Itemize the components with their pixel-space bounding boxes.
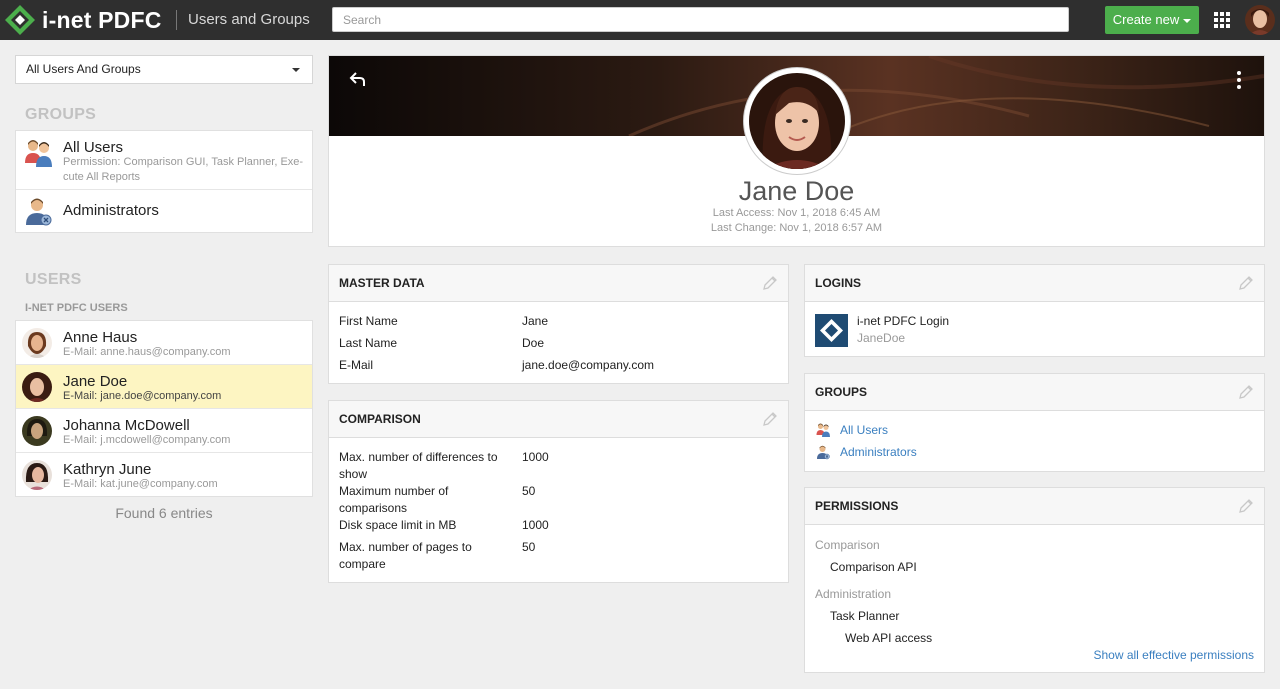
card-header: COMPARISON <box>329 401 788 438</box>
groups-section-title: GROUPS <box>25 106 97 123</box>
i-net-pdfc-logo[interactable] <box>5 5 35 35</box>
last-name-value: Doe <box>522 336 545 350</box>
first-name-label: First Name <box>339 314 398 328</box>
card-title: PERMISSIONS <box>815 499 899 513</box>
max-comparisons-label: Maximum number of comparisons <box>339 484 449 515</box>
card-title: GROUPS <box>815 385 868 399</box>
group-description: Permission: Comparison GUI, Task Planner… <box>63 156 304 183</box>
module-title: Users and Groups <box>188 11 310 28</box>
max-differences-value: 1000 <box>522 450 549 464</box>
group-name: Administrators <box>63 202 159 219</box>
show-all-permissions-link[interactable]: Show all effective permissions <box>1093 648 1254 662</box>
login-name: i-net PDFC Login <box>857 314 950 328</box>
user-item-jane-doe[interactable]: Jane Doe E-Mail: jane.doe@company.com <box>16 365 312 409</box>
master-data-card: MASTER DATA First Name Jane Last Name Do… <box>328 264 789 384</box>
group-item-administrators[interactable]: Administrators <box>16 190 312 232</box>
edit-pencil-icon[interactable] <box>762 411 778 427</box>
avatar <box>22 416 52 446</box>
last-access: Last Access: Nov 1, 2018 6:45 AM <box>712 207 881 219</box>
group-item-all-users[interactable]: All Users Permission: Comparison GUI, Ta… <box>16 131 312 190</box>
max-pages-value: 50 <box>522 540 536 554</box>
search-input[interactable] <box>332 7 1069 32</box>
user-name: Anne Haus <box>63 329 138 346</box>
chevron-down-icon <box>292 68 300 72</box>
user-email: E-Mail: anne.haus@company.com <box>63 346 231 358</box>
back-icon[interactable] <box>349 70 367 88</box>
group-name: All Users <box>63 139 124 156</box>
permission-category-comparison: Comparison <box>815 538 880 552</box>
current-user-avatar[interactable] <box>1245 5 1275 35</box>
top-bar: i-net PDFC Users and Groups Create new <box>0 0 1280 40</box>
last-change: Last Change: Nov 1, 2018 6:57 AM <box>710 222 883 234</box>
edit-pencil-icon[interactable] <box>1238 384 1254 400</box>
disk-space-value: 1000 <box>522 518 549 532</box>
last-name-label: Last Name <box>339 336 398 350</box>
found-entries-count: Found 6 entries <box>115 505 213 521</box>
logins-card: LOGINS i-net PDFC Login JaneDoe <box>804 264 1265 357</box>
create-new-label: Create new <box>1112 12 1180 27</box>
card-header: LOGINS <box>805 265 1264 302</box>
profile-avatar <box>743 67 851 175</box>
disk-space-label: Disk space limit in MB <box>339 518 457 532</box>
brand-divider <box>176 10 177 30</box>
edit-pencil-icon[interactable] <box>1238 275 1254 291</box>
card-title: MASTER DATA <box>339 276 425 290</box>
groups-list: All Users Permission: Comparison GUI, Ta… <box>15 130 313 233</box>
email-value: jane.doe@company.com <box>522 358 655 372</box>
group-link-all-users[interactable]: All Users <box>840 423 888 437</box>
chevron-down-icon <box>1183 18 1192 23</box>
email-label: E-Mail <box>339 358 374 372</box>
create-new-button[interactable]: Create new <box>1105 6 1199 34</box>
users-section-title: USERS <box>25 271 82 288</box>
card-title: LOGINS <box>815 276 862 290</box>
groups-card: GROUPS All Users Administrators <box>804 373 1265 472</box>
user-name: Kathryn June <box>63 461 152 478</box>
first-name-value: Jane <box>522 314 549 328</box>
permission-category-administration: Administration <box>815 587 892 601</box>
permission-comparison-api: Comparison API <box>830 560 917 574</box>
profile-name: Jane Doe <box>738 176 855 206</box>
comparison-card: COMPARISON Max. number of differences to… <box>328 400 789 583</box>
user-item-anne-haus[interactable]: Anne Haus E-Mail: anne.haus@company.com <box>16 321 312 365</box>
avatar <box>22 460 52 490</box>
profile-header: Jane Doe Last Access: Nov 1, 2018 6:45 A… <box>328 55 1265 247</box>
permission-web-api-access: Web API access <box>845 631 933 645</box>
avatar <box>22 372 52 402</box>
user-name: Jane Doe <box>63 373 128 390</box>
card-header: PERMISSIONS <box>805 488 1264 525</box>
group-link-administrators[interactable]: Administrators <box>840 445 917 459</box>
avatar <box>22 328 52 358</box>
login-username: JaneDoe <box>857 331 906 345</box>
edit-pencil-icon[interactable] <box>762 275 778 291</box>
admin-icon <box>25 197 52 226</box>
brand-name: i-net PDFC <box>42 7 162 33</box>
pdfc-login-icon <box>815 314 848 347</box>
edit-pencil-icon[interactable] <box>1238 498 1254 514</box>
user-group-filter-select[interactable]: All Users And Groups <box>15 55 313 84</box>
card-header: GROUPS <box>805 374 1264 411</box>
card-title: COMPARISON <box>339 412 421 426</box>
user-name: Johanna McDowell <box>63 417 190 434</box>
users-subsection-title: I-NET PDFC USERS <box>25 302 128 314</box>
users-list: Anne Haus E-Mail: anne.haus@company.com … <box>15 320 313 497</box>
admin-icon <box>816 445 830 460</box>
max-differences-label: Max. number of differences to show <box>339 450 498 481</box>
user-item-kathryn-june[interactable]: Kathryn June E-Mail: kat.june@company.co… <box>16 453 312 497</box>
max-pages-label: Max. number of pages to compare <box>339 540 472 571</box>
user-group-icon <box>816 423 830 437</box>
user-group-icon <box>25 140 52 167</box>
permission-task-planner: Task Planner <box>830 609 900 623</box>
card-header: MASTER DATA <box>329 265 788 302</box>
max-comparisons-value: 50 <box>522 484 536 498</box>
user-email: E-Mail: jane.doe@company.com <box>63 390 222 402</box>
permissions-card: PERMISSIONS Comparison Comparison API Ad… <box>804 487 1265 673</box>
more-options-icon[interactable] <box>1236 71 1242 89</box>
user-item-johanna-mcdowell[interactable]: Johanna McDowell E-Mail: j.mcdowell@comp… <box>16 409 312 453</box>
user-email: E-Mail: kat.june@company.com <box>63 478 218 490</box>
app-grid-icon[interactable] <box>1214 12 1230 28</box>
user-email: E-Mail: j.mcdowell@company.com <box>63 434 231 446</box>
filter-value: All Users And Groups <box>26 62 141 76</box>
